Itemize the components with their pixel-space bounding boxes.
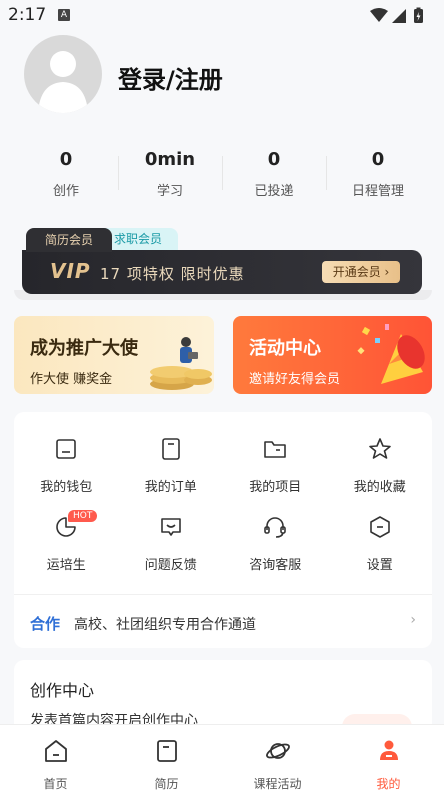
default-user-icon: [38, 51, 88, 113]
grid-item-feedback[interactable]: 问题反馈: [119, 514, 224, 573]
grid-item-label: 我的订单: [144, 480, 197, 495]
activity-title: 活动中心: [249, 338, 321, 359]
profile-icon: [379, 740, 398, 760]
grid-item-label: 我的钱包: [40, 480, 93, 495]
ambassador-title: 成为推广大使: [30, 338, 138, 359]
services-grid: 我的钱包 我的订单 我的项目 我的收藏 HOT 运培生 问题反馈 咨询客服 设置: [14, 436, 433, 573]
chevron-right-icon[interactable]: ›: [410, 612, 416, 628]
status-time: 2:17: [8, 5, 47, 25]
planet-icon: [265, 743, 290, 759]
tab-home[interactable]: 首页: [0, 725, 111, 791]
grid-item-label: 设置: [366, 558, 393, 573]
grid-item-label: 运培生: [46, 558, 86, 573]
settings-icon: [369, 516, 390, 538]
ambassador-card[interactable]: 成为推广大使 作大使 赚奖金: [14, 316, 214, 394]
stat-value: 0: [59, 149, 73, 170]
star-icon: [368, 438, 391, 459]
stat-creation[interactable]: 0 创作: [14, 148, 118, 204]
grid-item-projects[interactable]: 我的项目: [223, 436, 328, 495]
bottom-tab-bar: 首页 简历 课程活动 我的: [0, 724, 444, 791]
tab-label: 我的: [376, 777, 401, 791]
grid-item-label: 我的收藏: [353, 480, 406, 495]
stat-label: 创作: [52, 184, 79, 199]
stat-delivered[interactable]: 0 已投递: [222, 148, 326, 204]
stat-label: 学习: [156, 184, 183, 199]
cooperation-channel-link[interactable]: 高校、社团组织专用合作通道: [74, 614, 256, 634]
ambassador-subtitle: 作大使 赚奖金: [30, 372, 113, 387]
stats-row: 0 创作 0min 学习 0 已投递 0 日程管理: [14, 148, 430, 204]
tab-label: 简历: [154, 777, 179, 791]
stat-label: 日程管理: [351, 184, 404, 199]
tab-label: 首页: [43, 777, 68, 791]
stat-study[interactable]: 0min 学习: [118, 148, 222, 204]
avatar[interactable]: [24, 35, 102, 113]
stat-value: 0: [371, 149, 385, 170]
vip-promo-text: 17 项特权 限时优惠: [100, 265, 245, 283]
grid-item-label: 咨询客服: [249, 558, 302, 573]
stat-label: 已投递: [254, 184, 294, 199]
open-membership-button[interactable]: 开通会员 ›: [322, 261, 400, 283]
tab-label: 课程活动: [253, 777, 302, 791]
creation-center-title: 创作中心: [30, 681, 95, 700]
wallet-icon: [56, 439, 77, 459]
tab-resume[interactable]: 简历: [111, 725, 222, 791]
order-icon: [161, 438, 180, 460]
tab-resume-membership[interactable]: 简历会员: [26, 228, 112, 252]
grid-item-label: 我的项目: [249, 480, 302, 495]
cooperation-label: 合作: [30, 615, 61, 633]
folder-icon: [264, 441, 287, 458]
activity-center-card[interactable]: 活动中心 邀请好友得会员: [233, 316, 432, 394]
grid-item-wallet[interactable]: 我的钱包: [14, 436, 119, 495]
coins-illustration-icon: [150, 337, 212, 390]
tab-mine[interactable]: 我的: [333, 725, 444, 791]
stat-value: 0min: [144, 149, 196, 170]
resume-icon: [156, 740, 177, 762]
login-register-link[interactable]: 登录/注册: [118, 60, 223, 95]
services-card: 我的钱包 我的订单 我的项目 我的收藏 HOT 运培生 问题反馈 咨询客服 设置…: [14, 412, 432, 648]
grid-item-customer-service[interactable]: 咨询客服: [223, 514, 328, 573]
activity-subtitle: 邀请好友得会员: [249, 372, 341, 387]
tab-courses-activities[interactable]: 课程活动: [222, 725, 333, 791]
vip-logo: VIP: [50, 259, 91, 283]
ambassador-text: 成为推广大使 作大使 赚奖金: [30, 334, 138, 387]
headset-icon: [264, 517, 287, 538]
hot-badge: HOT: [68, 510, 98, 522]
stat-schedule[interactable]: 0 日程管理: [326, 148, 430, 204]
divider: [14, 594, 432, 595]
grid-item-yunpeisheng[interactable]: HOT 运培生: [14, 510, 119, 573]
activity-text: 活动中心 邀请好友得会员: [249, 334, 340, 387]
vip-card[interactable]: 求职会员 简历会员 VIP 17 项特权 限时优惠 开通会员 ›: [14, 226, 432, 300]
status-bar: 2:17 A: [0, 0, 444, 30]
grid-item-favorites[interactable]: 我的收藏: [328, 436, 433, 495]
home-icon: [44, 740, 67, 762]
grid-item-orders[interactable]: 我的订单: [119, 436, 224, 495]
grid-item-settings[interactable]: 设置: [328, 514, 433, 573]
party-popper-icon: [357, 324, 425, 384]
notification-badge-icon: A: [58, 9, 70, 21]
stat-value: 0: [267, 149, 281, 170]
feedback-icon: [160, 518, 181, 536]
grid-item-label: 问题反馈: [144, 558, 197, 573]
signal-battery-icon: [370, 7, 423, 23]
